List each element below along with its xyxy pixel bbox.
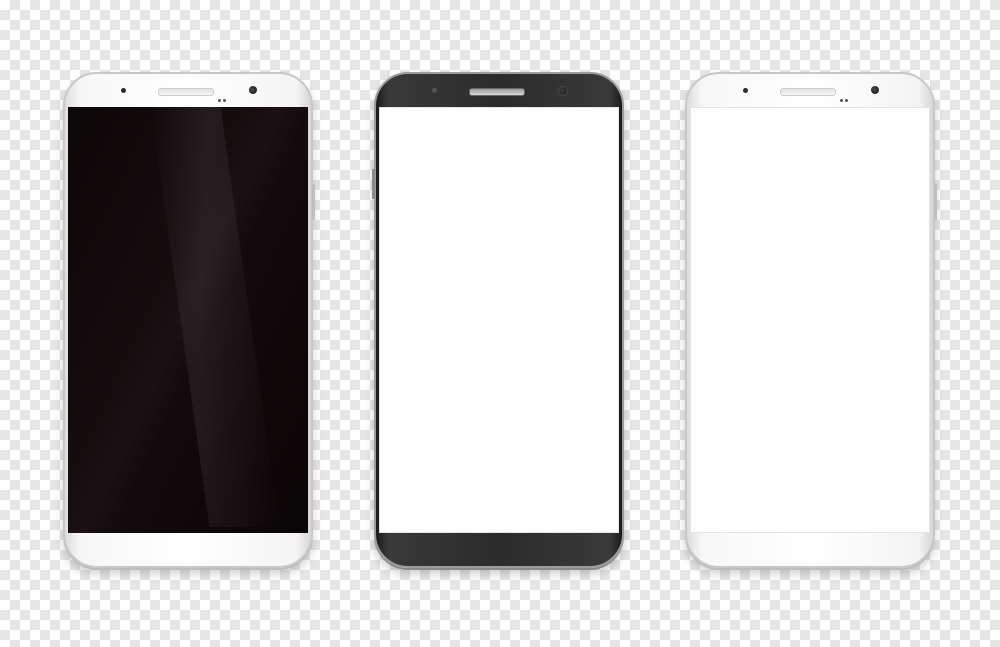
phone-screen-white: [690, 107, 930, 533]
power-button: [312, 184, 315, 220]
screen-glare: [150, 107, 280, 527]
power-button: [934, 184, 937, 220]
front-sensor-dot-icon: [743, 88, 748, 93]
front-camera-icon: [558, 86, 568, 96]
phone-mockup-white-black-screen: [63, 72, 315, 568]
earpiece-speaker-icon: [158, 88, 214, 96]
proximity-sensor-icon: [840, 89, 850, 102]
earpiece-speaker-icon: [469, 88, 525, 96]
front-sensor-dot-icon: [432, 88, 437, 93]
phone-mockup-black-white-screen: [372, 72, 624, 568]
earpiece-speaker-icon: [780, 88, 836, 96]
volume-button: [372, 169, 375, 199]
phone-mockup-white-white-screen: [685, 72, 937, 568]
phone-screen-white: [379, 107, 619, 533]
phone-screen-black: [68, 107, 308, 533]
front-camera-icon: [249, 86, 257, 94]
proximity-sensor-icon: [218, 89, 228, 102]
front-sensor-dot-icon: [121, 88, 126, 93]
front-camera-icon: [871, 86, 879, 94]
